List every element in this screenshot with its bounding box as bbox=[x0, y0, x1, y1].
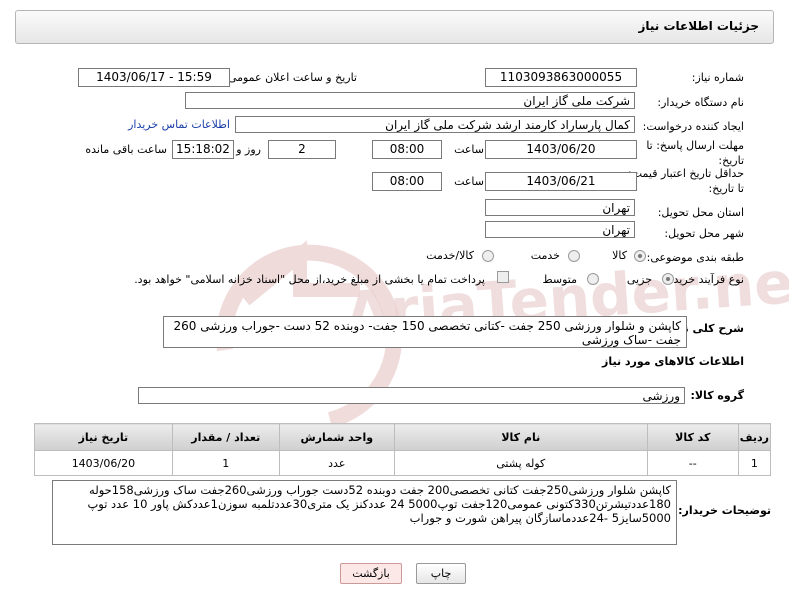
deadline-date-field: 1403/06/20 bbox=[485, 140, 637, 159]
buyer-notes-text: کاپشن شلوار ورزشی250جفت کتانی تخصصی200 ج… bbox=[87, 483, 671, 525]
remaining-label: ساعت باقی مانده bbox=[85, 143, 167, 156]
cell-date: 1403/06/20 bbox=[34, 450, 173, 476]
announce-label: تاریخ و ساعت اعلان عمومی: bbox=[224, 71, 357, 84]
summary-box: کاپشن و شلوار ورزشی 250 جفت -کتانی تخصصی… bbox=[163, 316, 687, 348]
announce-field: 1403/06/17 - 15:59 bbox=[78, 68, 230, 87]
process-radio-minor[interactable] bbox=[662, 273, 674, 285]
goods-group-field: ورزشی bbox=[138, 387, 685, 404]
validity-time-label: ساعت bbox=[454, 175, 484, 188]
col-name: نام کالا bbox=[393, 423, 648, 451]
cell-qty: 1 bbox=[171, 450, 280, 476]
print-button[interactable]: چاپ bbox=[416, 563, 466, 584]
col-code: کد کالا bbox=[646, 423, 739, 451]
deadline-label: مهلت ارسال پاسخ: تا تاریخ: bbox=[646, 139, 744, 167]
city-field: تهران bbox=[485, 221, 635, 238]
need-number-field: 1103093863000055 bbox=[485, 68, 637, 87]
validity-label: حداقل تاریخ اعتبار قیمت: تا تاریخ: bbox=[628, 167, 744, 195]
need-number-label: شماره نیاز: bbox=[691, 71, 744, 84]
col-unit: واحد شمارش bbox=[278, 423, 395, 451]
page-title: جزئیات اطلاعات نیاز bbox=[638, 19, 759, 33]
process-option-medium: متوسط bbox=[542, 273, 577, 286]
back-button[interactable]: بازگشت bbox=[340, 563, 402, 584]
goods-table-header: ردیف کد کالا نام کالا واحد شمارش تعداد /… bbox=[34, 423, 772, 451]
days-label: روز و bbox=[236, 143, 261, 156]
cell-name: کوله پشتی bbox=[393, 450, 648, 476]
col-date: تاریخ نیاز bbox=[34, 423, 173, 451]
remaining-time-field: 15:18:02 bbox=[172, 140, 234, 159]
process-option-minor: جزیی bbox=[626, 273, 652, 286]
validity-date-field: 1403/06/21 bbox=[485, 172, 637, 191]
category-label: طبقه بندی موضوعی: bbox=[646, 251, 744, 264]
treasury-payment-checkbox[interactable] bbox=[497, 271, 509, 283]
city-label: شهر محل تحویل: bbox=[664, 227, 744, 240]
cell-unit: عدد bbox=[278, 450, 395, 476]
cell-code: -- bbox=[646, 450, 739, 476]
table-row: 1 -- کوله پشتی عدد 1 1403/06/20 bbox=[34, 450, 772, 476]
category-radio-service[interactable] bbox=[568, 250, 580, 262]
goods-table: ردیف کد کالا نام کالا واحد شمارش تعداد /… bbox=[34, 423, 772, 476]
category-option-service: خدمت bbox=[530, 249, 560, 262]
province-field: تهران bbox=[485, 199, 635, 216]
goods-group-label: گروه کالا: bbox=[690, 389, 744, 402]
buyer-notes-label: توضیحات خریدار: bbox=[678, 504, 771, 517]
process-radio-medium[interactable] bbox=[587, 273, 599, 285]
buyer-notes-box: کاپشن شلوار ورزشی250جفت کتانی تخصصی200 ج… bbox=[52, 480, 677, 545]
col-qty: تعداد / مقدار bbox=[171, 423, 280, 451]
process-label: نوع فرآیند خرید : bbox=[666, 273, 744, 286]
category-radio-goods[interactable] bbox=[634, 250, 646, 262]
buyer-org-field: شرکت ملی گاز ایران bbox=[185, 92, 635, 109]
deadline-time-field: 08:00 bbox=[372, 140, 442, 159]
province-label: استان محل تحویل: bbox=[657, 206, 744, 219]
category-option-goods: کالا bbox=[612, 249, 627, 262]
treasury-payment-note: پرداخت تمام یا بخشی از مبلغ خرید،از محل … bbox=[134, 273, 485, 286]
page-header: جزئیات اطلاعات نیاز bbox=[15, 10, 774, 44]
col-row: ردیف bbox=[737, 423, 772, 451]
cell-row: 1 bbox=[737, 450, 772, 476]
contact-info-link[interactable]: اطلاعات تماس خریدار bbox=[128, 118, 230, 131]
category-radio-both[interactable] bbox=[482, 250, 494, 262]
creator-field: کمال پارساراد کارمند ارشد شرکت ملی گاز ا… bbox=[235, 116, 635, 133]
days-field: 2 bbox=[268, 140, 336, 159]
creator-label: ایجاد کننده درخواست: bbox=[642, 120, 744, 133]
deadline-time-label: ساعت bbox=[454, 143, 484, 156]
buyer-org-label: نام دستگاه خریدار: bbox=[657, 96, 744, 109]
summary-text: کاپشن و شلوار ورزشی 250 جفت -کتانی تخصصی… bbox=[173, 319, 682, 347]
category-option-both: کالا/خدمت bbox=[426, 249, 474, 262]
goods-section-title: اطلاعات کالاهای مورد نیاز bbox=[602, 355, 744, 368]
validity-time-field: 08:00 bbox=[372, 172, 442, 191]
